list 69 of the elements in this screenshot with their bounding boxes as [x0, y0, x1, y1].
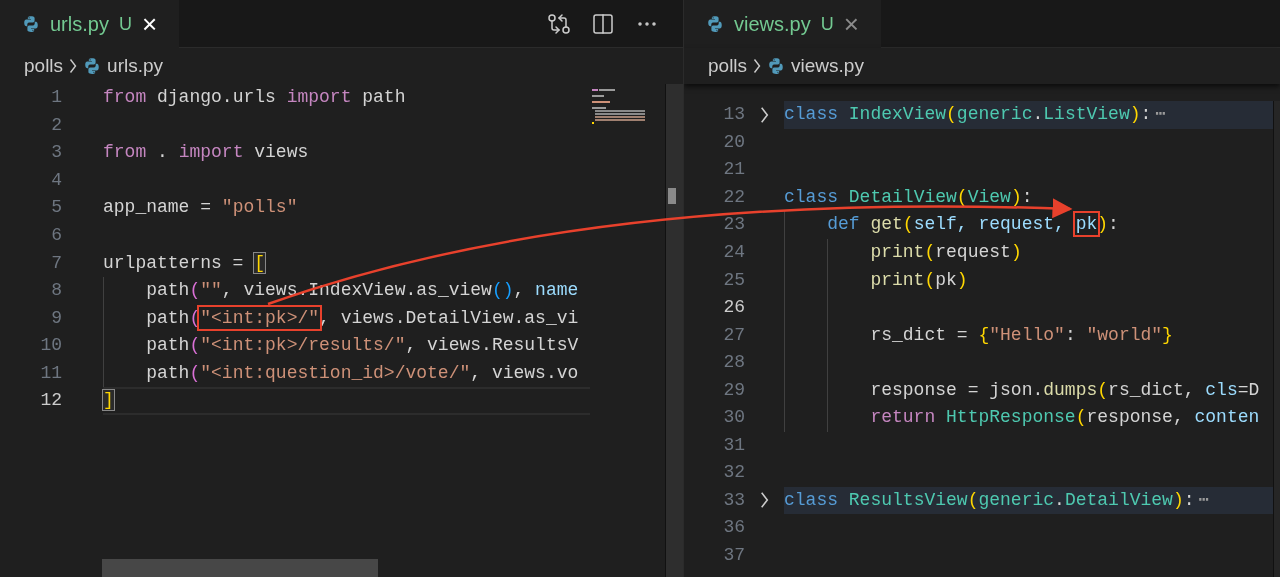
line-number: 20: [723, 130, 745, 154]
line-number: 10: [40, 334, 62, 358]
tab-title: urls.py: [50, 12, 109, 37]
split-editor-icon[interactable]: [591, 11, 615, 36]
code-line: urlpatterns = [: [103, 251, 266, 275]
line-number: 8: [51, 279, 62, 303]
code-line: rs_dict = {"Hello": "world"}: [869, 323, 1173, 347]
line-number: 24: [723, 241, 745, 264]
code-line: print(pk): [869, 268, 968, 292]
code-line: class ResultsView(generic.DetailView): ⋯: [784, 488, 1210, 512]
line-number: 2: [51, 113, 62, 137]
code-line: def get(self, request, pk):: [784, 211, 1119, 239]
compare-changes-icon[interactable]: [547, 11, 571, 36]
scrollbar[interactable]: [665, 84, 683, 577]
chevron-right-icon: [69, 58, 78, 74]
close-icon[interactable]: ×: [843, 11, 859, 37]
line-number: 32: [723, 461, 745, 485]
chevron-right-icon[interactable]: [760, 105, 769, 124]
line-number: 7: [51, 251, 62, 275]
line-number: 5: [51, 196, 62, 220]
line-number: 9: [51, 306, 62, 330]
status-letter: U: [820, 12, 834, 36]
line-number: 26: [723, 296, 745, 320]
line-number: 30: [723, 406, 745, 430]
status-letter: U: [118, 12, 132, 36]
python-file-icon: [83, 57, 102, 75]
line-number: 37: [723, 544, 745, 567]
chevron-right-icon[interactable]: [760, 491, 769, 510]
code-line: print(request): [869, 241, 1022, 264]
line-number: 4: [51, 168, 62, 192]
code-line: return HttpResponse(response, conten: [869, 406, 1260, 430]
code-line: response = json.dumps(rs_dict, cls=D: [869, 378, 1260, 402]
line-number: 11: [40, 361, 62, 385]
breadcrumb-item[interactable]: polls: [708, 51, 748, 81]
line-number: 29: [723, 378, 745, 402]
code-line: class DetailView(View):: [784, 185, 1033, 209]
line-number: 6: [51, 224, 62, 247]
horizontal-scrollbar[interactable]: [102, 559, 378, 577]
chevron-right-icon: [753, 58, 762, 74]
breadcrumb-item[interactable]: views.py: [791, 51, 864, 81]
line-number: 33: [723, 488, 745, 512]
scrollbar[interactable]: [1273, 101, 1280, 577]
editor-tab[interactable]: views.py U ×: [684, 0, 881, 48]
line-number: 22: [723, 185, 745, 209]
code-line: path("<int:question_id>/vote/", views.vo: [145, 361, 579, 385]
line-number: 1: [51, 86, 62, 110]
line-number: 21: [723, 158, 745, 182]
python-file-icon: [706, 15, 724, 33]
line-number: 27: [723, 323, 745, 347]
line-number: 28: [723, 351, 745, 375]
breadcrumb-item[interactable]: polls: [24, 51, 64, 81]
breadcrumb-item[interactable]: urls.py: [107, 51, 164, 81]
line-number: 23: [723, 213, 745, 237]
tab-title: views.py: [734, 12, 811, 37]
code-line: class IndexView(generic.ListView): ⋯: [784, 103, 1167, 127]
code-line: app_name = "polls": [103, 196, 298, 220]
line-number: 12: [40, 389, 62, 413]
line-number: 25: [723, 268, 745, 292]
code-line: from django.urls import path: [103, 86, 406, 110]
close-icon[interactable]: ×: [141, 11, 158, 37]
code-line: path("<int:pk>/results/", views.ResultsV: [145, 334, 579, 358]
line-number: 3: [51, 141, 62, 165]
line-number: 31: [723, 433, 745, 457]
code-line: from . import views: [103, 141, 309, 165]
python-file-icon: [767, 57, 786, 75]
line-number: 13: [723, 103, 745, 127]
line-number: 36: [723, 516, 745, 540]
editor-tab[interactable]: urls.py U ×: [0, 0, 180, 48]
python-file-icon: [22, 15, 40, 33]
